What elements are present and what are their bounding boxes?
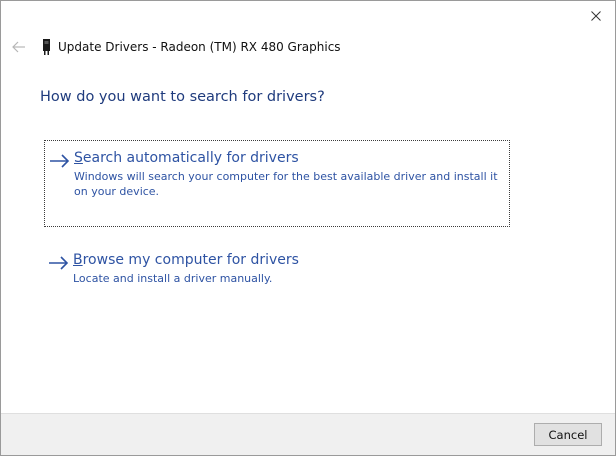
option-title-text: earch automatically for drivers: [82, 150, 299, 166]
dialog-footer: Cancel: [1, 413, 615, 455]
option-title-text: rowse my computer for drivers: [82, 252, 299, 268]
window-header: Update Drivers - Radeon (TM) RX 480 Grap…: [11, 34, 341, 60]
arrow-right-icon: [49, 256, 69, 270]
page-heading: How do you want to search for drivers?: [40, 89, 325, 105]
option-row: Search automatically for drivers Windows…: [49, 149, 504, 199]
update-drivers-window: Update Drivers - Radeon (TM) RX 480 Grap…: [0, 0, 616, 456]
option-row: Browse my computer for drivers Locate an…: [48, 251, 503, 286]
window-title: Update Drivers - Radeon (TM) RX 480 Grap…: [58, 40, 341, 54]
cancel-button[interactable]: Cancel: [534, 423, 602, 446]
option-title: Browse my computer for drivers: [73, 251, 503, 270]
close-icon: [591, 11, 601, 21]
option-description: Locate and install a driver manually.: [73, 272, 273, 285]
back-button[interactable]: [11, 40, 27, 54]
arrow-right-icon: [50, 154, 70, 168]
back-arrow-icon: [12, 41, 25, 53]
browse-computer-option[interactable]: Browse my computer for drivers Locate an…: [44, 244, 510, 296]
graphics-card-icon: [41, 38, 51, 56]
option-title: Search automatically for drivers: [74, 149, 504, 168]
option-text: Browse my computer for drivers Locate an…: [73, 251, 503, 286]
close-button[interactable]: [577, 1, 615, 31]
access-key: B: [73, 252, 83, 268]
option-description: Windows will search your computer for th…: [74, 170, 498, 198]
option-text: Search automatically for drivers Windows…: [74, 149, 504, 199]
access-key: S: [74, 150, 83, 166]
search-automatically-option[interactable]: Search automatically for drivers Windows…: [44, 140, 510, 227]
